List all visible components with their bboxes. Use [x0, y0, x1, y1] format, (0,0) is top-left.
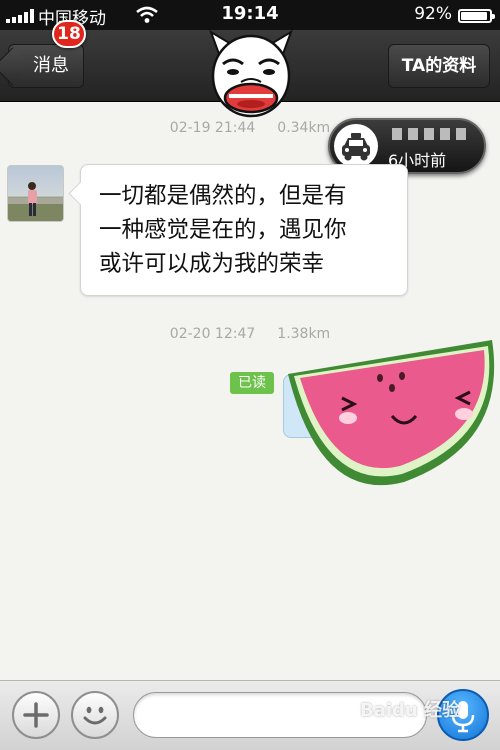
message-distance: 0.34km: [277, 120, 331, 136]
chat-input-bar: [0, 680, 500, 750]
contact-avatar[interactable]: [7, 165, 64, 222]
microphone-icon: [451, 701, 475, 733]
back-to-messages-button[interactable]: 消息: [8, 44, 84, 88]
emoji-button[interactable]: [71, 691, 119, 739]
message-date: 02-19 21:44: [169, 120, 256, 136]
plus-icon: [23, 702, 49, 728]
unread-count-badge: 18: [52, 20, 86, 48]
taxi-icon-circle: [334, 124, 378, 168]
message-text-line: 一切都是偶然的，但是有: [99, 183, 347, 209]
voice-input-button[interactable]: [437, 689, 489, 741]
taxi-icon: [342, 133, 370, 161]
blurred-name: [392, 128, 472, 142]
smiley-icon: [83, 706, 107, 725]
battery-percent: 92%: [414, 4, 452, 24]
back-button-label: 消息: [33, 55, 69, 76]
battery-level-fill: [461, 12, 487, 20]
received-message-bubble[interactable]: 一切都是偶然的，但是有 一种感觉是在的，遇见你 或许可以成为我的荣幸: [80, 164, 408, 296]
person-photo: [8, 182, 63, 221]
chat-header: 消息 18 TA的资料: [0, 20, 500, 118]
more-options-button[interactable]: [12, 691, 60, 739]
message-text-line: 一种感觉是在的，遇见你: [99, 217, 347, 243]
ta-profile-button[interactable]: TA的资料: [388, 44, 490, 88]
message-date: 02-20 12:47: [169, 326, 256, 342]
message-input[interactable]: [133, 692, 427, 738]
watermelon-sticker-icon[interactable]: [284, 334, 498, 492]
cartoon-face-sticker-icon: [209, 29, 293, 118]
read-status-badge: 已读: [230, 372, 274, 394]
message-text-line: 或许可以成为我的荣幸: [99, 251, 325, 277]
battery-icon: [458, 9, 495, 23]
